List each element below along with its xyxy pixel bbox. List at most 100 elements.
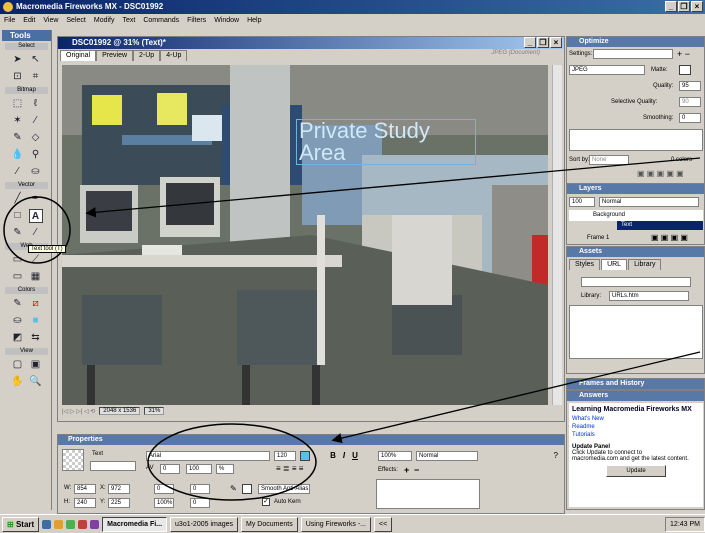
zoom-tool-icon[interactable]: 🔍 bbox=[29, 375, 43, 389]
remove-effect-icon[interactable]: − bbox=[414, 465, 419, 475]
answers-header[interactable]: Answers bbox=[567, 391, 704, 401]
menu-filters[interactable]: Filters bbox=[187, 17, 206, 24]
help-icon[interactable]: ? bbox=[554, 451, 558, 460]
show-slices-icon[interactable]: ▦ bbox=[29, 270, 43, 284]
tab-original[interactable]: Original bbox=[60, 50, 97, 61]
quality-field[interactable]: 95 bbox=[679, 81, 701, 91]
tab-2up[interactable]: 2-Up bbox=[133, 50, 161, 61]
task-my-documents[interactable]: My Documents bbox=[241, 516, 298, 532]
y-field[interactable]: 225 bbox=[108, 498, 130, 508]
assets-header[interactable]: Assets bbox=[567, 247, 704, 257]
pointer-tool-icon[interactable]: ➤ bbox=[11, 53, 25, 67]
quicklaunch-folder-icon[interactable] bbox=[54, 519, 64, 529]
stroke-pencil-icon[interactable]: ✎ bbox=[230, 484, 237, 493]
format-select[interactable]: JPEG bbox=[569, 65, 645, 75]
scale-tool-icon[interactable]: ⊡ bbox=[11, 70, 25, 84]
text-color-swatch[interactable] bbox=[300, 451, 310, 461]
properties-header[interactable]: Properties bbox=[58, 435, 564, 445]
link-whats-new[interactable]: What's New bbox=[572, 416, 700, 422]
task-more[interactable]: << bbox=[374, 516, 393, 532]
leading-field[interactable]: 100 bbox=[186, 464, 212, 474]
layer-blend-select[interactable]: Normal bbox=[599, 197, 699, 207]
add-effect-icon[interactable]: + bbox=[404, 465, 409, 475]
hide-slices-icon[interactable]: ▭ bbox=[11, 270, 25, 284]
layer-opacity-field[interactable]: 100 bbox=[569, 197, 595, 207]
menu-modify[interactable]: Modify bbox=[94, 17, 115, 24]
auto-kern-checkbox[interactable]: ✓ bbox=[262, 498, 270, 506]
document-vertical-scrollbar[interactable] bbox=[552, 65, 562, 405]
freeform-tool-icon[interactable]: ✎ bbox=[11, 226, 25, 240]
underline-button[interactable]: U bbox=[350, 451, 360, 461]
swap-colors-icon[interactable]: ⇆ bbox=[29, 331, 43, 345]
restore-icon[interactable]: ❐ bbox=[678, 1, 690, 12]
height-field[interactable]: 240 bbox=[74, 498, 96, 508]
library-select[interactable]: URLs.htm bbox=[609, 291, 689, 301]
stroke-swatch-icon[interactable]: ⧄ bbox=[29, 297, 43, 311]
doc-close-icon[interactable]: × bbox=[550, 37, 562, 48]
url-list[interactable] bbox=[569, 305, 703, 359]
update-button[interactable]: Update bbox=[606, 465, 666, 477]
sort-select[interactable]: None bbox=[589, 155, 629, 165]
close-icon[interactable]: × bbox=[691, 1, 703, 12]
quicklaunch-app-icon[interactable] bbox=[66, 519, 76, 529]
task-images-folder[interactable]: u3o1-2005 images bbox=[170, 516, 239, 532]
opacity-field[interactable]: 100% bbox=[378, 451, 412, 461]
doc-minimize-icon[interactable]: _ bbox=[524, 37, 536, 48]
menu-file[interactable]: File bbox=[4, 17, 15, 24]
bold-button[interactable]: B bbox=[328, 451, 338, 461]
fill-color-icon[interactable]: ⛀ bbox=[11, 314, 25, 328]
slice-tool-icon[interactable]: ⟋ bbox=[29, 253, 43, 267]
smoothing-field[interactable]: 0 bbox=[679, 113, 701, 123]
stroke-color-swatch[interactable] bbox=[242, 484, 252, 494]
quicklaunch-ie-icon[interactable] bbox=[42, 519, 52, 529]
blur-tool-icon[interactable]: 💧 bbox=[11, 148, 25, 162]
kerning-field[interactable]: 0 bbox=[160, 464, 180, 474]
url-field[interactable] bbox=[581, 277, 691, 287]
tab-preview[interactable]: Preview bbox=[96, 50, 134, 61]
menu-view[interactable]: View bbox=[43, 17, 58, 24]
eraser-tool-icon[interactable]: ◇ bbox=[29, 131, 43, 145]
quicklaunch-tool-icon[interactable] bbox=[90, 519, 100, 529]
paint-bucket-tool-icon[interactable]: ⛀ bbox=[29, 165, 43, 179]
screen-mode-icon[interactable]: ▢ bbox=[11, 358, 25, 372]
zoom-level[interactable]: 31% bbox=[144, 407, 165, 415]
text-tool-icon[interactable]: A bbox=[28, 209, 43, 223]
antialias-select[interactable]: Smooth Anti-Alias bbox=[258, 484, 310, 494]
brush-tool-icon[interactable]: ⁄ bbox=[29, 114, 43, 128]
space-after-field[interactable]: 0 bbox=[190, 498, 210, 508]
tab-4up[interactable]: 4-Up bbox=[160, 50, 188, 61]
menu-select[interactable]: Select bbox=[66, 17, 85, 24]
start-button[interactable]: ⊞ Start bbox=[2, 516, 40, 532]
layer-row-text[interactable]: Text bbox=[617, 221, 703, 230]
marquee-tool-icon[interactable]: ⬚ bbox=[11, 97, 25, 111]
knife-tool-icon[interactable]: ⁄ bbox=[29, 226, 43, 240]
frame-controls-icon[interactable]: |◁ ▷ ▷| ◁ ⟲ bbox=[62, 408, 95, 415]
lasso-tool-icon[interactable]: ℓ bbox=[29, 97, 43, 111]
layer-buttons-icon[interactable]: ▣ ▣ ▣ ▣ bbox=[651, 233, 688, 242]
pencil-tool-icon[interactable]: ✎ bbox=[11, 131, 25, 145]
color-table-buttons-icon[interactable]: ▣ ▣ ▣ ▣ ▣ bbox=[637, 169, 684, 178]
font-size-field[interactable]: 120 bbox=[274, 451, 296, 461]
canvas-text-object[interactable]: Private Study Area bbox=[296, 119, 476, 165]
x-field[interactable]: 972 bbox=[108, 484, 130, 494]
effects-list[interactable] bbox=[376, 479, 480, 509]
space-before-field[interactable]: 0 bbox=[190, 484, 210, 494]
frames-history-header[interactable]: Frames and History bbox=[567, 379, 704, 389]
crop-tool-icon[interactable]: ⌗ bbox=[29, 70, 43, 84]
fill-swatch-icon[interactable]: ■ bbox=[29, 314, 43, 328]
eyedropper-tool-icon[interactable]: ⁄ bbox=[11, 165, 25, 179]
menu-commands[interactable]: Commands bbox=[143, 17, 179, 24]
task-fireworks[interactable]: Macromedia Fi... bbox=[102, 516, 168, 532]
layers-header[interactable]: Layers bbox=[567, 184, 704, 194]
tab-styles[interactable]: Styles bbox=[569, 259, 601, 270]
pen-tool-icon[interactable]: ✒ bbox=[29, 192, 43, 206]
link-readme[interactable]: Readme bbox=[572, 424, 700, 430]
optimize-header[interactable]: Optimize bbox=[567, 37, 704, 47]
line-tool-icon[interactable]: ╱ bbox=[11, 192, 25, 206]
hotspot-tool-icon[interactable]: ▭ bbox=[11, 253, 25, 267]
blend-mode-select[interactable]: Normal bbox=[416, 451, 478, 461]
matte-swatch[interactable] bbox=[679, 65, 691, 75]
default-colors-icon[interactable]: ◩ bbox=[11, 331, 25, 345]
rectangle-tool-icon[interactable]: □ bbox=[11, 209, 25, 223]
menu-help[interactable]: Help bbox=[247, 17, 261, 24]
